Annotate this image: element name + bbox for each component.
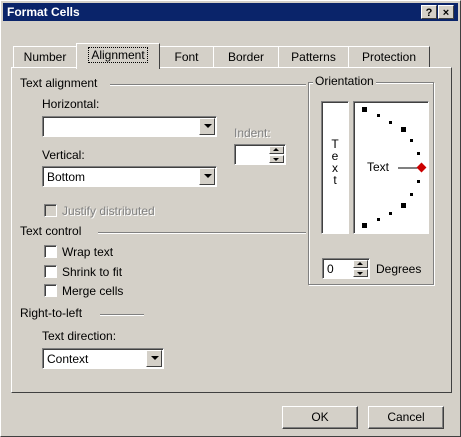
- orientation-heading: Orientation: [313, 74, 376, 88]
- dial-point: [389, 212, 392, 215]
- orientation-dial[interactable]: Text: [353, 101, 429, 234]
- degrees-down-button[interactable]: [353, 269, 368, 277]
- tab-protection[interactable]: Protection: [348, 46, 430, 68]
- vertical-dropdown-button[interactable]: [199, 168, 215, 185]
- vertical-text: Text: [322, 138, 348, 186]
- right-to-left-heading: Right-to-left: [20, 306, 83, 320]
- shrink-to-fit-checkbox[interactable]: [44, 265, 57, 278]
- help-button[interactable]: ?: [421, 5, 437, 19]
- indent-up-button[interactable]: [269, 146, 284, 154]
- format-cells-dialog: Format Cells ? × Number Alignment Font B…: [0, 0, 461, 437]
- vertical-value: Bottom: [47, 170, 86, 184]
- window-title: Format Cells: [7, 5, 80, 19]
- tab-border[interactable]: Border: [213, 46, 279, 68]
- dial-point: [389, 121, 392, 124]
- text-direction-value: Context: [47, 352, 89, 366]
- degrees-label: Degrees: [376, 262, 422, 276]
- cancel-button[interactable]: Cancel: [368, 406, 444, 429]
- degrees-spinner[interactable]: 0: [322, 258, 370, 279]
- degrees-up-button[interactable]: [353, 260, 368, 268]
- title-bar[interactable]: Format Cells ? ×: [3, 3, 458, 21]
- arrow-down-icon: [273, 158, 279, 161]
- dial-point: [401, 203, 406, 208]
- shrink-to-fit-label: Shrink to fit: [62, 265, 123, 279]
- text-control-heading: Text control: [20, 224, 82, 238]
- close-button[interactable]: ×: [438, 5, 454, 19]
- dial-point: [362, 223, 367, 228]
- wrap-text-checkbox[interactable]: [44, 245, 57, 258]
- divider: [100, 314, 144, 316]
- divider: [110, 84, 306, 86]
- dial-point: [401, 127, 406, 132]
- text-direction-dropdown-button[interactable]: [146, 350, 162, 367]
- chevron-down-icon: [151, 356, 159, 360]
- dial-point: [377, 114, 380, 117]
- tab-alignment[interactable]: Alignment: [76, 43, 160, 69]
- dial-text: Text: [367, 160, 390, 174]
- tab-patterns[interactable]: Patterns: [278, 46, 349, 68]
- tab-number[interactable]: Number: [13, 46, 77, 68]
- dial-marker[interactable]: [416, 162, 427, 173]
- dial-point: [410, 193, 413, 196]
- justify-distributed-checkbox[interactable]: [44, 204, 57, 217]
- ok-button[interactable]: OK: [282, 406, 358, 429]
- horizontal-select[interactable]: [42, 116, 217, 137]
- divider: [98, 232, 306, 234]
- vertical-label: Vertical:: [42, 148, 85, 162]
- arrow-up-icon: [357, 262, 363, 265]
- dial-point: [417, 152, 420, 155]
- dial-point: [377, 218, 380, 221]
- vertical-select[interactable]: Bottom: [42, 166, 217, 187]
- horizontal-dropdown-button[interactable]: [199, 118, 215, 135]
- wrap-text-label: Wrap text: [62, 245, 114, 259]
- text-direction-select[interactable]: Context: [42, 348, 164, 369]
- justify-distributed-label: Justify distributed: [62, 204, 155, 218]
- dial-point: [417, 180, 420, 183]
- dial-graphic: [362, 107, 427, 228]
- vertical-text-box[interactable]: Text: [321, 101, 349, 234]
- arrow-up-icon: [273, 148, 279, 151]
- indent-spinner[interactable]: [234, 144, 286, 165]
- chevron-down-icon: [204, 174, 212, 178]
- tab-font[interactable]: Font: [159, 46, 214, 68]
- merge-cells-label: Merge cells: [62, 284, 124, 298]
- horizontal-label: Horizontal:: [42, 97, 100, 111]
- chevron-down-icon: [204, 124, 212, 128]
- dial-point: [410, 139, 413, 142]
- text-alignment-heading: Text alignment: [20, 76, 98, 90]
- merge-cells-checkbox[interactable]: [44, 284, 57, 297]
- degrees-value: 0: [327, 262, 334, 276]
- indent-label: Indent:: [234, 126, 271, 140]
- arrow-down-icon: [357, 272, 363, 275]
- vertical-text-content: Text: [331, 137, 339, 187]
- text-direction-label: Text direction:: [42, 329, 117, 343]
- alignment-panel: Text alignment Horizontal: Indent: Verti…: [11, 67, 452, 393]
- dial-point: [362, 107, 367, 112]
- indent-down-button[interactable]: [269, 155, 284, 163]
